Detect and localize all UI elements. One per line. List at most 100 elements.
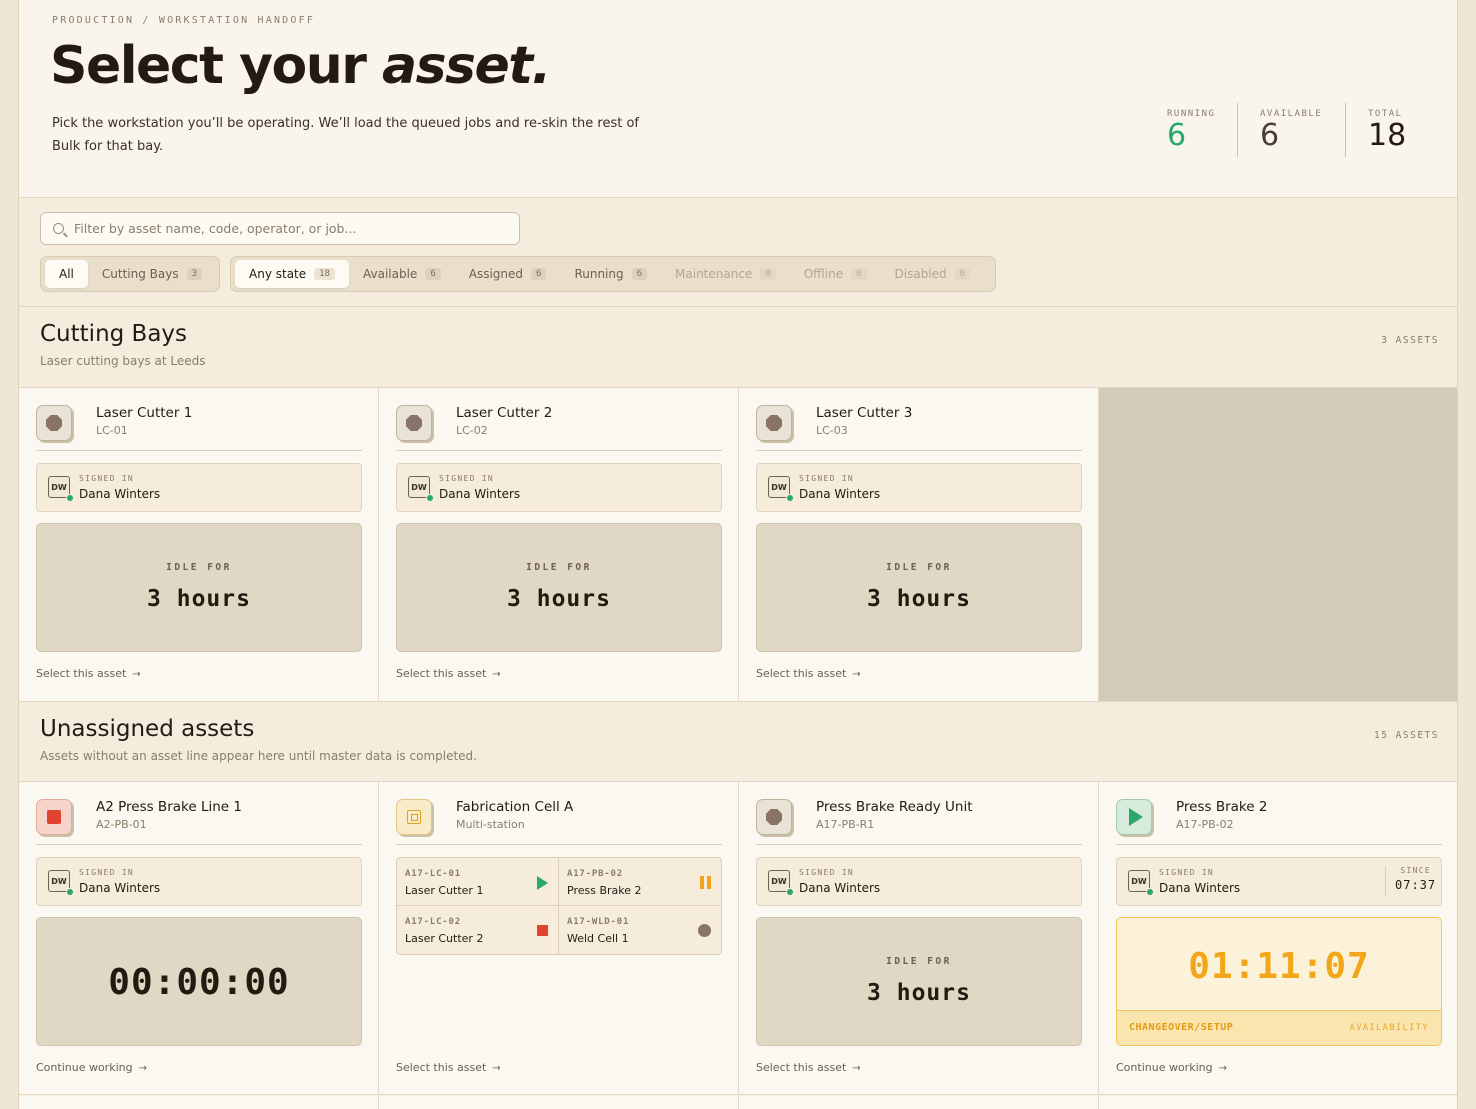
cards-row-cutting-bays: Laser Cutter 1 LC-01 DW SIGNED IN Dana W… — [19, 388, 1457, 702]
chip-all[interactable]: All — [45, 260, 88, 288]
station-cell[interactable]: A17-LC-01 Laser Cutter 1 — [397, 858, 559, 906]
play-icon — [537, 876, 548, 890]
asset-card-partial[interactable] — [1099, 1096, 1457, 1109]
stat-total: TOTAL 18 — [1345, 103, 1435, 157]
breadcrumb: PRODUCTION / WORKSTATION HANDOFF — [52, 15, 316, 26]
asset-code: LC-03 — [816, 424, 848, 437]
stop-octagon-icon — [756, 405, 792, 441]
asset-card-press-brake-2[interactable]: Press Brake 2 A17-PB-02 DW SIGNED IN Dan… — [1099, 782, 1457, 1094]
avatar-initials: DW — [1131, 876, 1147, 886]
chip-label: Any state — [249, 267, 307, 281]
divider — [396, 450, 722, 451]
chip-any-state[interactable]: Any state 18 — [235, 260, 349, 288]
stat-running: RUNNING 6 — [1159, 103, 1237, 157]
chip-available[interactable]: Available 6 — [349, 260, 455, 288]
chip-count: 0 — [954, 268, 971, 280]
asset-name: Press Brake 2 — [1176, 799, 1268, 815]
chip-label: Cutting Bays — [101, 267, 179, 281]
asset-card-partial[interactable] — [739, 1096, 1099, 1109]
chip-count: 6 — [425, 268, 441, 280]
station-code: A17-LC-01 — [405, 869, 461, 879]
chip-label: Assigned — [468, 267, 524, 281]
section-subtitle: Assets without an asset line appear here… — [40, 749, 477, 763]
chip-label: Maintenance — [675, 267, 753, 281]
signed-in-label: SIGNED IN — [799, 868, 855, 877]
idle-value: 3 hours — [147, 586, 251, 612]
line-filter-group: All Cutting Bays 3 — [40, 256, 220, 292]
select-asset-link[interactable]: Select this asset → — [396, 667, 501, 680]
avatar: DW — [768, 476, 794, 502]
cpu-chip-icon — [396, 799, 432, 835]
section-header-unassigned: Unassigned assets Assets without an asse… — [19, 702, 1457, 782]
idle-panel: IDLE FOR 3 hours — [36, 523, 362, 652]
action-label: Select this asset — [756, 1061, 847, 1074]
idle-dot-icon — [698, 924, 711, 937]
asset-code: A2-PB-01 — [96, 818, 147, 831]
arrow-right-icon: → — [852, 1063, 861, 1074]
arrow-right-icon: → — [492, 669, 501, 680]
chip-disabled[interactable]: Disabled 0 — [881, 260, 985, 288]
state-filter-group: Any state 18 Available 6 Assigned 6 Running… — [230, 256, 996, 292]
signed-in-label: SIGNED IN — [79, 474, 135, 483]
select-asset-link[interactable]: Select this asset → — [36, 667, 141, 680]
select-asset-link[interactable]: Select this asset → — [756, 667, 861, 680]
station-cell[interactable]: A17-LC-02 Laser Cutter 2 — [397, 906, 559, 954]
avatar: DW — [48, 476, 74, 502]
reason-label: CHANGEOVER/SETUP — [1129, 1022, 1234, 1033]
signed-in-panel: DW SIGNED IN Dana Winters — [396, 463, 722, 512]
chip-cutting-bays[interactable]: Cutting Bays 3 — [88, 260, 216, 288]
chip-count: 0 — [851, 268, 867, 280]
section-count: 3 ASSETS — [1381, 335, 1439, 346]
continue-working-link[interactable]: Continue working → — [36, 1061, 147, 1074]
page-header: PRODUCTION / WORKSTATION HANDOFF Select … — [19, 0, 1457, 198]
page-description: Pick the workstation you’ll be operating… — [52, 116, 639, 154]
select-asset-link[interactable]: Select this asset → — [396, 1061, 501, 1074]
chip-offline[interactable]: Offline 0 — [790, 260, 881, 288]
asset-card-partial[interactable] — [379, 1096, 739, 1109]
avatar-initials: DW — [771, 482, 787, 492]
action-label: Select this asset — [396, 1061, 487, 1074]
idle-panel: IDLE FOR 3 hours — [756, 523, 1082, 652]
select-asset-link[interactable]: Select this asset → — [756, 1061, 861, 1074]
chip-assigned[interactable]: Assigned 6 — [455, 260, 561, 288]
chip-label: Available — [362, 267, 418, 281]
signed-in-panel: DW SIGNED IN Dana Winters — [36, 857, 362, 906]
asset-card-laser-cutter-2[interactable]: Laser Cutter 2 LC-02 DW SIGNED IN Dana W… — [379, 388, 739, 701]
signed-in-panel: DW SIGNED IN Dana Winters — [36, 463, 362, 512]
section-title: Cutting Bays — [40, 321, 188, 347]
search-box[interactable] — [40, 212, 520, 245]
since-label: SINCE — [1400, 866, 1431, 875]
stat-available: AVAILABLE 6 — [1237, 103, 1345, 157]
section-title: Unassigned assets — [40, 716, 255, 742]
divider — [36, 844, 362, 845]
continue-working-link[interactable]: Continue working → — [1116, 1061, 1227, 1074]
avatar: DW — [408, 476, 434, 502]
asset-card-fabrication-cell-a[interactable]: Fabrication Cell A Multi-station A17-LC-… — [379, 782, 739, 1094]
asset-card-a2-press-brake-line-1[interactable]: A2 Press Brake Line 1 A2-PB-01 DW SIGNED… — [19, 782, 379, 1094]
chip-maintenance[interactable]: Maintenance 0 — [661, 260, 790, 288]
station-cell[interactable]: A17-WLD-01 Weld Cell 1 — [559, 906, 721, 954]
page-title: Select your asset. — [50, 36, 551, 96]
asset-name: Fabrication Cell A — [456, 799, 574, 815]
asset-card-partial[interactable] — [19, 1096, 379, 1109]
arrow-right-icon: → — [1218, 1063, 1227, 1074]
signed-in-panel: DW SIGNED IN Dana Winters — [756, 857, 1082, 906]
idle-label: IDLE FOR — [166, 562, 232, 573]
search-input[interactable] — [74, 221, 504, 236]
since-block: SINCE 07:37 — [1385, 866, 1441, 897]
station-cell[interactable]: A17-PB-02 Press Brake 2 — [559, 858, 721, 906]
divider — [756, 844, 1082, 845]
elapsed-timer: 00:00:00 — [108, 962, 290, 1003]
station-name: Weld Cell 1 — [567, 932, 629, 945]
asset-card-laser-cutter-3[interactable]: Laser Cutter 3 LC-03 DW SIGNED IN Dana W… — [739, 388, 1099, 701]
signed-in-label: SIGNED IN — [439, 474, 495, 483]
asset-card-press-brake-ready-unit[interactable]: Press Brake Ready Unit A17-PB-R1 DW SIGN… — [739, 782, 1099, 1094]
chip-running[interactable]: Running 6 — [560, 260, 661, 288]
divider — [1116, 844, 1442, 845]
asset-card-laser-cutter-1[interactable]: Laser Cutter 1 LC-01 DW SIGNED IN Dana W… — [19, 388, 379, 701]
search-icon — [53, 223, 64, 234]
page-title-plain: Select your — [50, 36, 382, 96]
operator-name: Dana Winters — [79, 881, 161, 895]
signed-in-label: SIGNED IN — [799, 474, 855, 483]
asset-name: Laser Cutter 3 — [816, 405, 913, 421]
